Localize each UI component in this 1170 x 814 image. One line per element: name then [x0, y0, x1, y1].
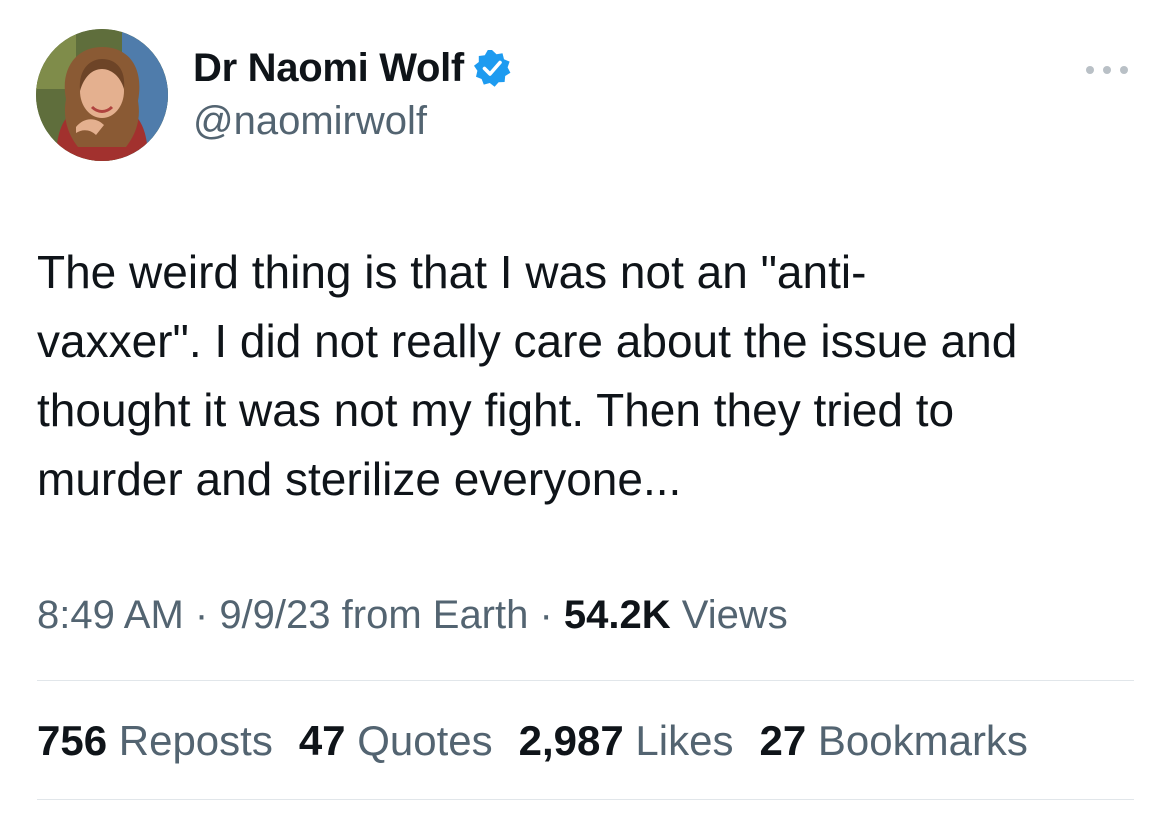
bookmarks-stat[interactable]: 27 Bookmarks	[759, 717, 1027, 765]
views-label: Views	[670, 593, 788, 637]
divider	[37, 799, 1134, 800]
meta-separator: ·	[528, 593, 564, 637]
bookmarks-count: 27	[759, 717, 807, 764]
engagement-stats: 756 Reposts 47 Quotes 2,987 Likes 27 Boo…	[37, 717, 1054, 765]
tweet-source: from Earth	[330, 593, 529, 637]
views-count: 54.2K	[563, 593, 671, 637]
more-dot	[1086, 66, 1094, 74]
likes-stat[interactable]: 2,987 Likes	[519, 717, 734, 765]
quotes-stat[interactable]: 47 Quotes	[299, 717, 493, 765]
tweet-time[interactable]: 8:49 AM	[37, 593, 184, 637]
tweet-meta: 8:49 AM · 9/9/23 from Earth · 54.2K View…	[37, 593, 788, 638]
tweet-text-line: thought it was not my fight. Then they t…	[37, 384, 955, 436]
more-options-icon[interactable]	[1086, 58, 1128, 82]
tweet-text-line: The weird thing is that I was not an "an…	[37, 246, 867, 298]
divider	[37, 680, 1134, 681]
reposts-stat[interactable]: 756 Reposts	[37, 717, 273, 765]
tweet-text-line: vaxxer". I did not really care about the…	[37, 315, 1018, 367]
reposts-count: 756	[37, 717, 108, 764]
quotes-count: 47	[298, 717, 346, 764]
likes-label: Likes	[635, 717, 734, 764]
verified-badge-icon[interactable]	[472, 48, 512, 88]
author-handle[interactable]: @naomirwolf	[193, 99, 427, 144]
more-dot	[1120, 66, 1128, 74]
tweet-card: Dr Naomi Wolf @naomirwolf The weird thin…	[0, 0, 1170, 814]
avatar-photo	[36, 29, 168, 161]
tweet-date[interactable]: 9/9/23	[219, 593, 330, 637]
tweet-text: The weird thing is that I was not an "an…	[37, 238, 1137, 514]
bookmarks-label: Bookmarks	[817, 717, 1028, 764]
more-dot	[1103, 66, 1111, 74]
author-display-name[interactable]: Dr Naomi Wolf	[193, 46, 464, 91]
likes-count: 2,987	[518, 717, 624, 764]
reposts-label: Reposts	[118, 717, 273, 764]
author-name-row: Dr Naomi Wolf	[193, 44, 512, 92]
quotes-label: Quotes	[357, 717, 493, 764]
avatar[interactable]	[36, 29, 168, 161]
meta-separator: ·	[183, 593, 220, 637]
tweet-text-line: murder and sterilize everyone...	[37, 453, 682, 505]
